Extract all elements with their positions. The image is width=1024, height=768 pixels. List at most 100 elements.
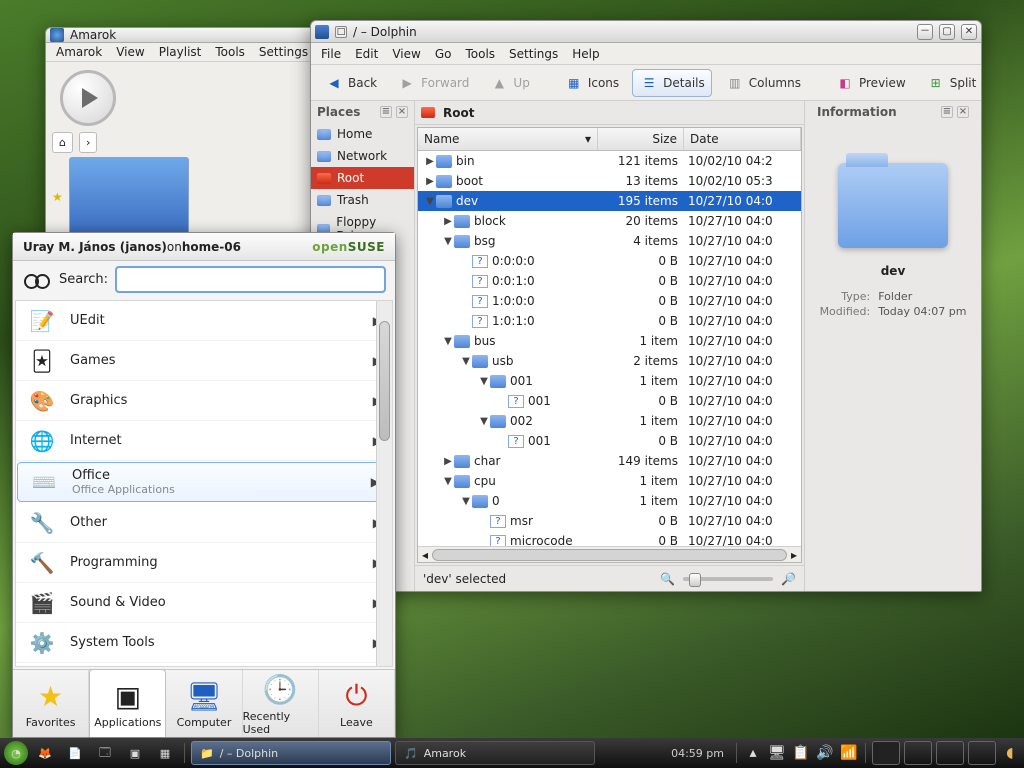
preview-button[interactable]: ◧Preview — [828, 69, 913, 97]
zoom-out-icon[interactable]: 🔍 — [660, 572, 675, 586]
category-games[interactable]: 🃏Games▶ — [16, 341, 392, 381]
category-graphics[interactable]: 🎨Graphics▶ — [16, 381, 392, 421]
menu-playlist[interactable]: Playlist — [153, 43, 208, 61]
table-row[interactable]: ▶char149 items10/27/10 04:0 — [418, 451, 801, 471]
tab-favorites[interactable]: ★Favorites — [13, 670, 89, 737]
menu-settings[interactable]: Settings — [253, 43, 314, 61]
table-row[interactable]: 0010 B10/27/10 04:0 — [418, 431, 801, 451]
expand-icon[interactable]: ▼ — [442, 336, 454, 347]
category-other[interactable]: 🔧Other▶ — [16, 503, 392, 543]
category-system-tools[interactable]: ⚙️System Tools▶ — [16, 623, 392, 663]
close-button[interactable]: ✕ — [961, 24, 977, 40]
launcher-firefox[interactable]: 🦊 — [32, 741, 58, 765]
forward-button[interactable]: ▶Forward — [390, 69, 476, 97]
nav-next-icon[interactable]: › — [79, 132, 97, 153]
col-name[interactable]: Name▾ — [418, 128, 598, 150]
launcher-kwrite[interactable]: 📄 — [62, 741, 88, 765]
table-row[interactable]: ▼bus1 item10/27/10 04:0 — [418, 331, 801, 351]
clock[interactable]: 04:59 pm — [665, 747, 730, 760]
menu-settings[interactable]: Settings — [503, 45, 564, 63]
table-row[interactable]: 1:0:0:00 B10/27/10 04:0 — [418, 291, 801, 311]
expand-icon[interactable]: ▶ — [442, 456, 454, 467]
tray-cashew-icon[interactable]: ◖ — [1000, 741, 1020, 765]
tray-pager-1[interactable] — [872, 741, 900, 765]
place-home[interactable]: Home — [311, 123, 414, 145]
menu-file[interactable]: File — [315, 45, 347, 63]
search-input[interactable] — [116, 267, 385, 292]
expand-icon[interactable]: ▶ — [424, 176, 436, 187]
tray-pager-4[interactable] — [968, 741, 996, 765]
info-menu-icon[interactable]: ≡ — [941, 106, 953, 118]
play-button[interactable] — [60, 70, 116, 126]
table-row[interactable]: ▼0011 item10/27/10 04:0 — [418, 371, 801, 391]
table-row[interactable]: ▶boot13 items10/02/10 05:3 — [418, 171, 801, 191]
up-button[interactable]: ▲Up — [482, 69, 536, 97]
columns-view-button[interactable]: ▥Columns — [718, 69, 808, 97]
expand-icon[interactable]: ▼ — [478, 416, 490, 427]
expand-icon[interactable]: ▼ — [460, 496, 472, 507]
table-row[interactable]: 1:0:1:00 B10/27/10 04:0 — [418, 311, 801, 331]
task-amarok[interactable]: 🎵Amarok — [395, 741, 595, 765]
kmenu-button[interactable]: ◔ — [4, 741, 28, 765]
tab-leave[interactable]: ⏻Leave — [319, 670, 395, 737]
place-network[interactable]: Network — [311, 145, 414, 167]
info-close-icon[interactable]: × — [957, 106, 969, 118]
menu-go[interactable]: Go — [429, 45, 458, 63]
table-row[interactable]: microcode0 B10/27/10 04:0 — [418, 531, 801, 546]
expand-icon[interactable]: ▼ — [442, 476, 454, 487]
tray-pager-3[interactable] — [936, 741, 964, 765]
split-button[interactable]: ⊞Split — [919, 69, 984, 97]
tab-applications[interactable]: ▣Applications — [89, 669, 166, 737]
kmenu-scrollbar[interactable] — [376, 301, 392, 666]
table-row[interactable]: msr0 B10/27/10 04:0 — [418, 511, 801, 531]
menu-help[interactable]: Help — [566, 45, 605, 63]
breadcrumb[interactable]: Root — [415, 101, 804, 125]
tray-volume-icon[interactable]: 🔊 — [815, 741, 835, 765]
category-sound-video[interactable]: 🎬Sound & Video▶ — [16, 583, 392, 623]
category-office[interactable]: ⌨️OfficeOffice Applications▶ — [17, 462, 391, 502]
table-row[interactable]: ▼dev195 items10/27/10 04:0 — [418, 191, 801, 211]
expand-icon[interactable]: ▼ — [442, 236, 454, 247]
menu-view[interactable]: View — [110, 43, 150, 61]
col-date[interactable]: Date — [684, 128, 801, 150]
table-header[interactable]: Name▾ Size Date — [418, 128, 801, 151]
dolphin-menubar[interactable]: File Edit View Go Tools Settings Help — [311, 43, 981, 65]
panel-close-icon[interactable]: × — [396, 106, 408, 118]
tray-expand-icon[interactable]: ▴ — [743, 741, 763, 765]
col-size[interactable]: Size — [598, 128, 684, 150]
category-uedit[interactable]: 📝UEdit▶ — [16, 301, 392, 341]
menu-tools[interactable]: Tools — [459, 45, 501, 63]
back-button[interactable]: ◀Back — [317, 69, 384, 97]
panel-menu-icon[interactable]: ≡ — [380, 106, 392, 118]
table-row[interactable]: ▼0021 item10/27/10 04:0 — [418, 411, 801, 431]
table-row[interactable]: 0:0:1:00 B10/27/10 04:0 — [418, 271, 801, 291]
table-row[interactable]: ▼01 item10/27/10 04:0 — [418, 491, 801, 511]
table-row[interactable]: 0:0:0:00 B10/27/10 04:0 — [418, 251, 801, 271]
category-internet[interactable]: 🌐Internet▶ — [16, 421, 392, 461]
details-view-button[interactable]: ☰Details — [632, 69, 712, 97]
launcher-desktop[interactable]: 🗔 — [92, 741, 118, 765]
launcher-files[interactable]: ▦ — [152, 741, 178, 765]
task--dolphin[interactable]: 📁/ – Dolphin — [191, 741, 391, 765]
crumb-root[interactable]: Root — [443, 106, 474, 120]
expand-icon[interactable]: ▼ — [460, 356, 472, 367]
tray-pager-2[interactable] — [904, 741, 932, 765]
table-row[interactable]: ▶block20 items10/27/10 04:0 — [418, 211, 801, 231]
table-row[interactable]: ▼usb2 items10/27/10 04:0 — [418, 351, 801, 371]
h-scrollbar[interactable]: ◂▸ — [418, 546, 801, 562]
tab-computer[interactable]: 🖥Computer — [166, 670, 242, 737]
tray-display-icon[interactable]: 🖥 — [767, 741, 787, 765]
menu-amarok[interactable]: Amarok — [50, 43, 108, 61]
category-programming[interactable]: 🔨Programming▶ — [16, 543, 392, 583]
icons-view-button[interactable]: ▦Icons — [557, 69, 626, 97]
pin-icon[interactable]: □ — [335, 26, 347, 38]
tray-network-icon[interactable]: 📶 — [839, 741, 859, 765]
place-trash[interactable]: Trash — [311, 189, 414, 211]
menu-tools[interactable]: Tools — [209, 43, 251, 61]
menu-edit[interactable]: Edit — [349, 45, 384, 63]
dolphin-titlebar[interactable]: □ / – Dolphin － ▢ ✕ — [311, 21, 981, 43]
table-row[interactable]: ▶bin121 items10/02/10 04:2 — [418, 151, 801, 171]
zoom-slider[interactable] — [683, 577, 773, 581]
expand-icon[interactable]: ▶ — [424, 156, 436, 167]
table-row[interactable]: ▼cpu1 item10/27/10 04:0 — [418, 471, 801, 491]
